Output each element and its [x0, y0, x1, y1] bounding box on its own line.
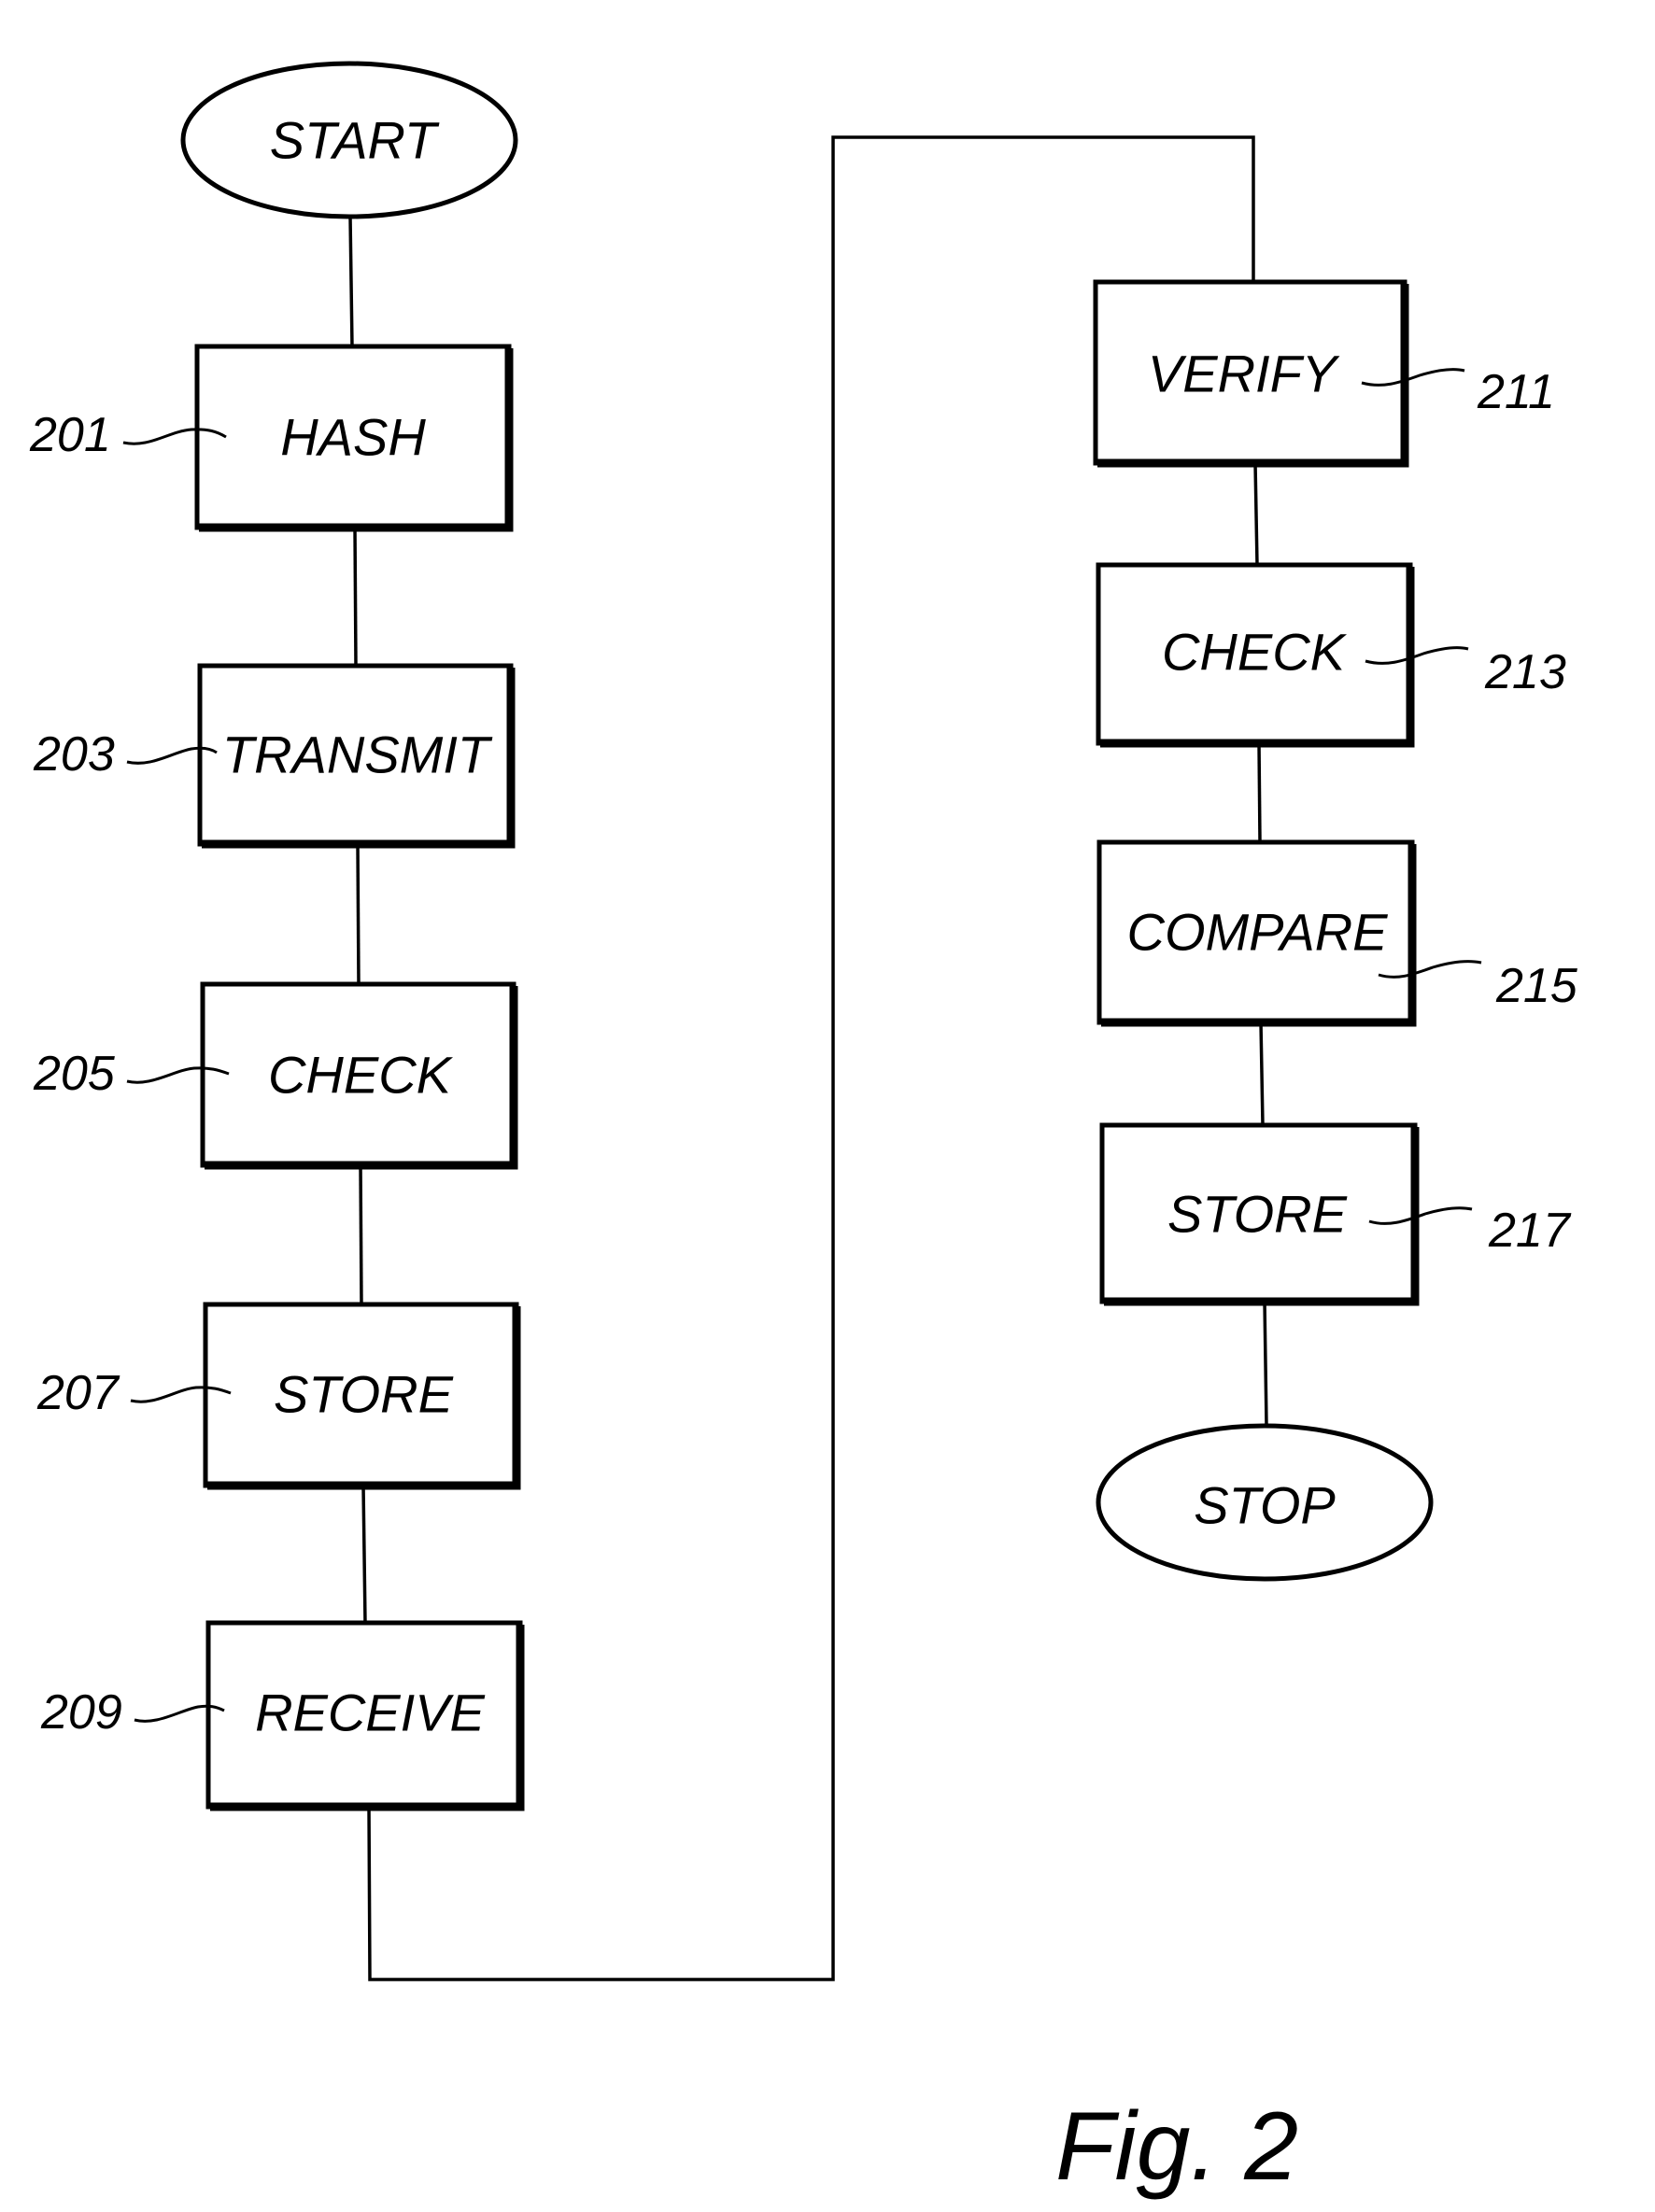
ref-number: 209 [40, 1685, 122, 1740]
flowchart: START HASH 201 TRANSMIT 203 CHECK 205 ST… [29, 61, 1578, 2201]
step-215: COMPARE 215 [1096, 839, 1578, 1027]
connector-207-209 [361, 1485, 367, 1624]
step-label: VERIFY [1148, 345, 1340, 403]
ref-number: 207 [36, 1366, 120, 1420]
step-205: CHECK 205 [33, 981, 518, 1170]
connector-213-215 [1257, 742, 1262, 843]
connector-211-213 [1253, 462, 1259, 566]
stop-label: STOP [1194, 1476, 1335, 1535]
step-label: TRANSMIT [222, 726, 493, 784]
step-207: STORE 207 [36, 1302, 521, 1490]
start-terminal: START [180, 61, 518, 219]
ref-number: 213 [1484, 645, 1566, 699]
connector-203-205 [356, 843, 361, 985]
step-label: HASH [280, 408, 426, 467]
step-203: TRANSMIT 203 [33, 663, 516, 849]
start-label: START [270, 111, 440, 170]
ref-number: 217 [1488, 1204, 1572, 1258]
ref-number: 201 [29, 408, 111, 462]
step-201: HASH 201 [29, 344, 514, 532]
connector-201-203 [353, 527, 358, 667]
step-label: COMPARE [1127, 903, 1389, 962]
step-211: VERIFY 211 [1093, 279, 1555, 468]
step-217: STORE 217 [1099, 1122, 1572, 1306]
stop-terminal: STOP [1096, 1423, 1434, 1582]
step-label: RECEIVE [255, 1684, 485, 1742]
step-label: CHECK [268, 1046, 454, 1105]
ref-number: 215 [1495, 959, 1578, 1013]
ref-number: 203 [33, 727, 115, 782]
step-label: CHECK [1162, 623, 1348, 682]
ref-number: 205 [33, 1047, 116, 1101]
step-209: RECEIVE 209 [40, 1620, 525, 1811]
connector-215-217 [1259, 1021, 1265, 1126]
ref-number: 211 [1477, 365, 1555, 419]
step-label: STORE [1167, 1185, 1348, 1244]
step-213: CHECK 213 [1096, 562, 1566, 748]
connector-start-201 [348, 216, 354, 347]
connector-217-stop [1263, 1301, 1268, 1427]
figure-caption: Fig. 2 [1055, 2092, 1298, 2201]
step-label: STORE [274, 1365, 454, 1424]
